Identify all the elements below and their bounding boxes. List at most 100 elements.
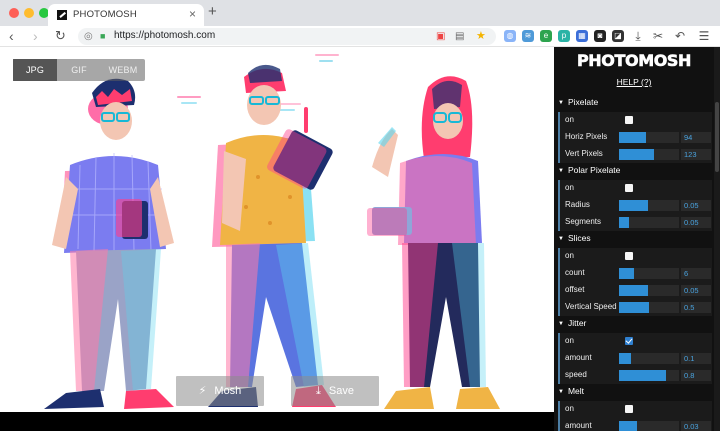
cut-icon[interactable]: ✂ [652,30,664,42]
control-label: Vert Pixels [565,149,603,158]
control-label: on [565,183,574,192]
control-row: on [558,333,712,350]
section-header-slices[interactable]: ▼ Slices [558,231,712,245]
value-slider[interactable] [619,421,679,431]
control-label: speed [565,370,587,379]
translate-icon[interactable]: ▣ [436,30,445,43]
close-window-button[interactable] [9,8,19,18]
image-canvas[interactable]: JPG GIF WEBM ⚡ Mosh ⤓ Save [0,47,554,412]
slider-fill [619,285,648,296]
value-slider[interactable] [619,285,679,296]
menu-icon[interactable]: ☰ [698,30,710,42]
slider-fill [619,217,629,228]
enable-checkbox[interactable] [625,405,633,413]
value-input[interactable]: 123 [681,149,711,160]
value-slider[interactable] [619,302,679,313]
minimize-window-button[interactable] [24,8,34,18]
control-row: amount 0.03 [558,418,712,431]
tab-close-icon[interactable]: × [189,7,196,21]
collapse-triangle-icon: ▼ [558,321,564,327]
new-tab-button[interactable]: + [208,4,217,20]
slider-fill [619,149,654,160]
value-input[interactable]: 0.03 [681,421,711,431]
forward-button[interactable]: › [33,28,38,44]
section-header-pixelate[interactable]: ▼ Pixelate [558,95,712,109]
value-input[interactable]: 94 [681,132,711,143]
download-icon: ⤓ [316,385,321,397]
control-row: on [558,248,712,265]
save-button[interactable]: ⤓ Save [291,376,379,406]
value-input[interactable]: 0.1 [681,353,711,364]
scrollbar-thumb[interactable] [715,102,719,172]
browser-toolbar: ‹ › ↻ ◎ ■ https://photomosh.com ▣ ▤ ★ ◍ … [0,26,720,47]
format-jpg-button[interactable]: JPG [13,59,57,81]
extension-badge-icon[interactable]: ◪ [612,30,624,42]
control-label: amount [565,353,592,362]
value-input[interactable]: 6 [681,268,711,279]
value-input[interactable]: 0.05 [681,200,711,211]
value-input[interactable]: 0.05 [681,217,711,228]
panel-scrollbar[interactable] [714,47,720,431]
tab-title: PHOTOMOSH [73,9,137,20]
back-button[interactable]: ‹ [9,28,14,44]
value-slider[interactable] [619,217,679,228]
value-input[interactable]: 0.8 [681,370,711,381]
control-label: amount [565,421,592,430]
enable-checkbox[interactable] [625,184,633,192]
control-row: count 6 [558,265,712,282]
tab-strip: PHOTOMOSH × + [0,0,720,26]
slider-fill [619,421,637,431]
mosh-button[interactable]: ⚡ Mosh [176,376,264,406]
control-label: on [565,251,574,260]
enable-checkbox[interactable] [625,116,633,124]
value-slider[interactable] [619,132,679,143]
collapse-triangle-icon: ▼ [558,236,564,242]
extension-grid-icon[interactable]: ▦ [576,30,588,42]
control-row: on [558,112,712,129]
undo-icon[interactable]: ↶ [674,30,686,42]
person-left [44,78,174,409]
section-title: Jitter [567,318,587,328]
section-header-jitter[interactable]: ▼ Jitter [558,316,712,330]
person-right [367,76,500,409]
reload-button[interactable]: ↻ [55,28,66,44]
section-header-polar-pixelate[interactable]: ▼ Polar Pixelate [558,163,712,177]
url-text[interactable]: https://photomosh.com [114,30,215,41]
collapse-triangle-icon: ▼ [558,389,564,395]
section-title: Pixelate [567,97,599,107]
extension-p-icon[interactable]: p [558,30,570,42]
download-toolbar-icon[interactable]: ⤓ [632,30,644,42]
enable-checkbox[interactable] [625,337,633,345]
value-slider[interactable] [619,353,679,364]
section-header-melt[interactable]: ▼ Melt [558,384,712,398]
value-slider[interactable] [619,268,679,279]
slider-fill [619,200,648,211]
save-label: Save [328,385,354,397]
control-row: Segments 0.05 [558,214,712,231]
value-slider[interactable] [619,149,679,160]
value-slider[interactable] [619,370,679,381]
format-selector: JPG GIF WEBM [13,59,145,81]
browser-tab[interactable]: PHOTOMOSH × [48,4,204,26]
site-info-icon[interactable]: ◎ [84,30,93,43]
page-action-icon[interactable]: ▤ [455,30,464,43]
extension-wifi-icon[interactable]: ≋ [522,30,534,42]
enable-checkbox[interactable] [625,252,633,260]
value-input[interactable]: 0.5 [681,302,711,313]
control-row: Vertical Speed 0.5 [558,299,712,316]
extension-camera-icon[interactable]: ◙ [594,30,606,42]
control-label: on [565,336,574,345]
value-input[interactable]: 0.05 [681,285,711,296]
help-link[interactable]: HELP (?) [554,77,714,87]
section-title: Polar Pixelate [567,165,621,175]
address-bar[interactable]: ◎ ■ https://photomosh.com ▣ ▤ ★ [78,28,496,45]
format-webm-button[interactable]: WEBM [101,59,145,81]
format-gif-button[interactable]: GIF [57,59,101,81]
bookmark-star-icon[interactable]: ★ [476,30,486,43]
extension-evernote-icon[interactable]: e [540,30,552,42]
effects-panel: PHOTOMOSH HELP (?) ▼ Pixelate on Horiz Pixe… [554,47,720,431]
lock-icon: ■ [100,31,106,41]
value-slider[interactable] [619,200,679,211]
control-label: on [565,404,574,413]
extension-1-icon[interactable]: ◍ [504,30,516,42]
